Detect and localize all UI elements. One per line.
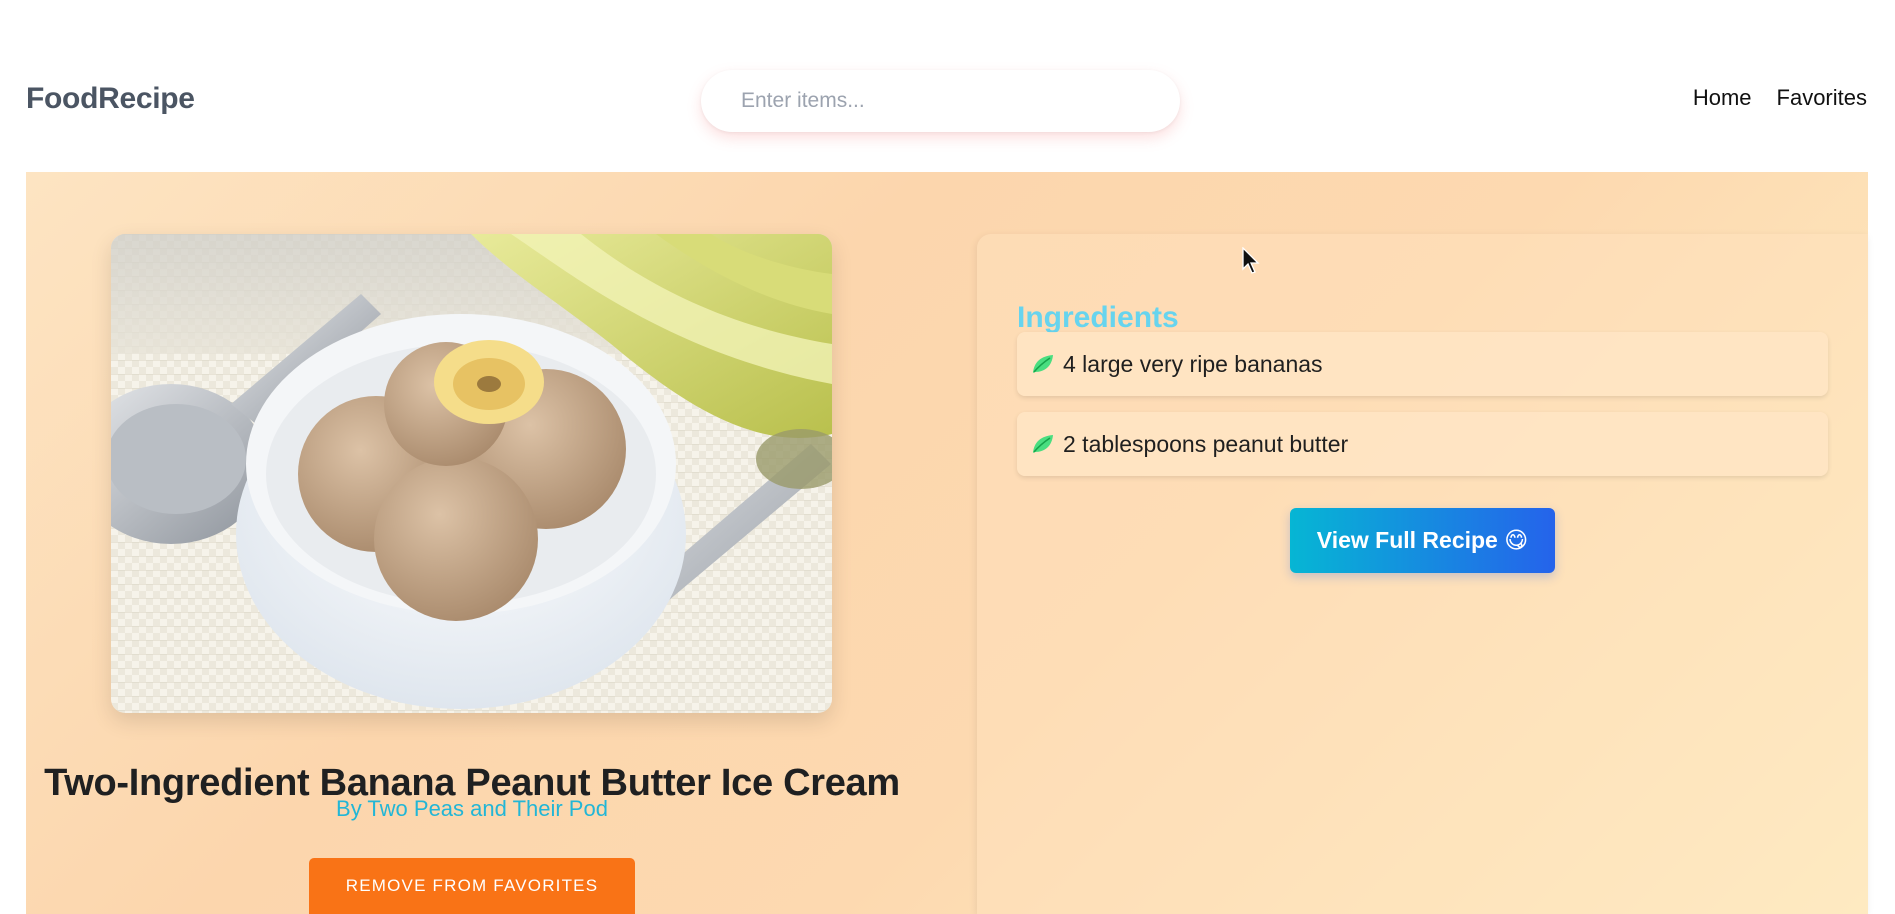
recipe-hero: Two-Ingredient Banana Peanut Butter Ice … xyxy=(26,172,1868,914)
ingredient-list: 4 large very ripe bananas 2 tablespoons … xyxy=(1017,332,1828,492)
nav-links: Home Favorites xyxy=(1693,85,1867,111)
recipe-image xyxy=(111,234,832,713)
ingredients-heading: Ingredients xyxy=(1017,300,1179,334)
ingredient-text: 2 tablespoons peanut butter xyxy=(1063,430,1349,457)
search-input[interactable] xyxy=(701,70,1180,132)
leaf-icon xyxy=(1033,435,1053,453)
ingredient-item: 2 tablespoons peanut butter xyxy=(1017,412,1828,476)
brand-logo[interactable]: FoodRecipe xyxy=(26,82,195,116)
ingredient-item: 4 large very ripe bananas xyxy=(1017,332,1828,396)
navbar: FoodRecipe Home Favorites xyxy=(0,0,1895,172)
view-full-recipe-button[interactable]: View Full Recipe 😋 xyxy=(1290,508,1555,573)
nav-link-home[interactable]: Home xyxy=(1693,85,1752,111)
ingredient-text: 4 large very ripe bananas xyxy=(1063,350,1323,377)
remove-from-favorites-button[interactable]: REMOVE FROM FAVORITES xyxy=(309,858,635,914)
leaf-icon xyxy=(1033,355,1053,373)
ingredients-card: Ingredients 4 large very ripe bananas 2 … xyxy=(977,234,1868,914)
recipe-author: By Two Peas and Their Pod xyxy=(336,796,608,821)
nav-link-favorites[interactable]: Favorites xyxy=(1777,85,1867,111)
cursor-icon xyxy=(1242,247,1260,274)
recipe-photo xyxy=(111,234,832,713)
